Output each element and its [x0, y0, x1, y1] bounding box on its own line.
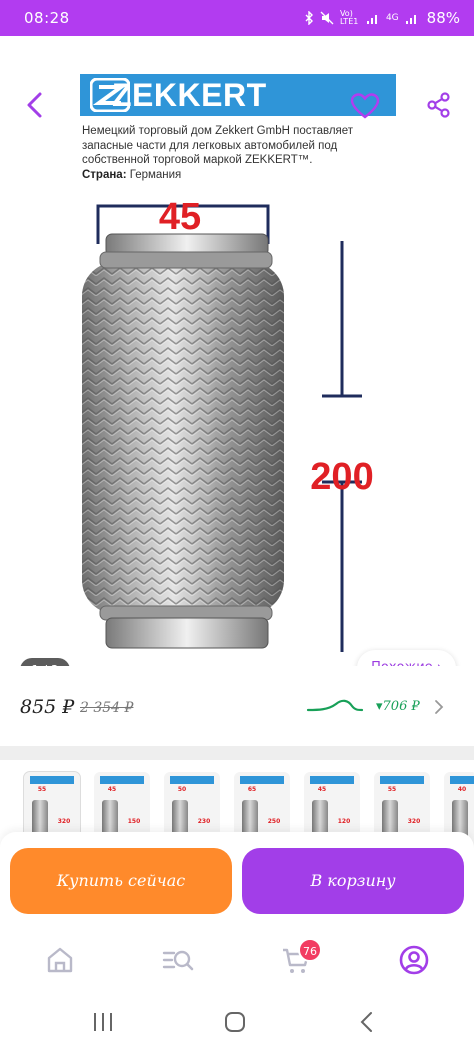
bottom-navigation: 76	[0, 930, 474, 990]
nav-home[interactable]	[44, 944, 76, 976]
recent-apps-icon	[94, 1013, 112, 1031]
chevron-left-icon	[27, 92, 42, 118]
price-section[interactable]: 855 ₽ 2 354 ₽ ▾706 ₽	[0, 666, 474, 746]
thumb-height: 320	[407, 818, 421, 825]
thumb-width: 55	[37, 786, 47, 793]
brand-logo-text: ZEKKERT	[112, 77, 267, 113]
thumb-width: 50	[177, 786, 187, 793]
thumb-width: 45	[107, 786, 117, 793]
thumb-width: 65	[247, 786, 257, 793]
dimension-height-label: 200	[310, 456, 374, 498]
favorite-button[interactable]	[350, 92, 380, 120]
buy-now-button[interactable]: Купить сейчас	[10, 848, 232, 914]
thumb-height: 320	[57, 818, 71, 825]
profile-icon	[399, 945, 429, 975]
section-divider	[0, 746, 474, 760]
product-image-gallery[interactable]: ZEKKERT Немецкий торговый дом Zekkert Gm…	[0, 36, 474, 686]
status-bar: 08:28 Vo) LTE1 4G 88%	[0, 0, 474, 36]
thumb-height: 150	[127, 818, 141, 825]
home-icon	[47, 947, 73, 973]
status-time: 08:28	[24, 9, 70, 27]
back-button[interactable]	[20, 88, 50, 122]
back-system-button[interactable]	[354, 1010, 380, 1034]
share-button[interactable]	[424, 90, 454, 120]
brand-country: Страна: Германия	[82, 169, 181, 181]
back-system-icon	[360, 1012, 372, 1032]
price-drop: ▾706 ₽	[376, 699, 420, 714]
system-navigation-bar	[0, 990, 474, 1053]
network-1-label: Vo) LTE1	[339, 9, 359, 26]
mute-icon	[320, 11, 334, 25]
brand-description: Немецкий торговый дом Zekkert GmbH поста…	[82, 125, 354, 166]
purchase-actions: Купить сейчас В корзину	[0, 832, 474, 930]
product-page: 08:28 Vo) LTE1 4G 88% ZEKKERT Немецкий т…	[0, 0, 474, 1053]
network-2-label: 4G	[385, 13, 399, 23]
nav-profile[interactable]	[398, 944, 430, 976]
home-system-icon	[225, 1012, 245, 1032]
status-icons: Vo) LTE1 4G 88%	[304, 9, 460, 27]
thumb-height: 230	[197, 818, 211, 825]
thumb-height: 250	[267, 818, 281, 825]
nav-catalog-search[interactable]	[162, 944, 194, 976]
price-old: 2 354 ₽	[80, 700, 134, 716]
recent-apps-button[interactable]	[90, 1010, 116, 1034]
country-label: Страна:	[82, 169, 127, 181]
thumb-height: 120	[337, 818, 351, 825]
thumb-width: 40	[457, 786, 467, 793]
price-current: 855 ₽	[20, 696, 75, 718]
price-trend-icon	[306, 699, 364, 712]
battery-level: 88%	[426, 9, 460, 27]
home-system-button[interactable]	[222, 1010, 248, 1034]
signal-1-icon	[366, 12, 380, 25]
cart-count-badge: 76	[298, 938, 322, 962]
heart-icon	[350, 93, 380, 119]
bluetooth-icon	[304, 11, 314, 25]
catalog-search-icon	[162, 950, 194, 971]
share-icon	[427, 92, 450, 118]
signal-2-icon	[405, 12, 419, 25]
thumb-width: 55	[387, 786, 397, 793]
country-value: Германия	[129, 169, 182, 181]
thumb-width: 45	[317, 786, 327, 793]
chevron-right-icon[interactable]	[432, 698, 446, 716]
dimension-width-label: 45	[158, 196, 202, 238]
add-to-cart-button[interactable]: В корзину	[242, 848, 464, 914]
